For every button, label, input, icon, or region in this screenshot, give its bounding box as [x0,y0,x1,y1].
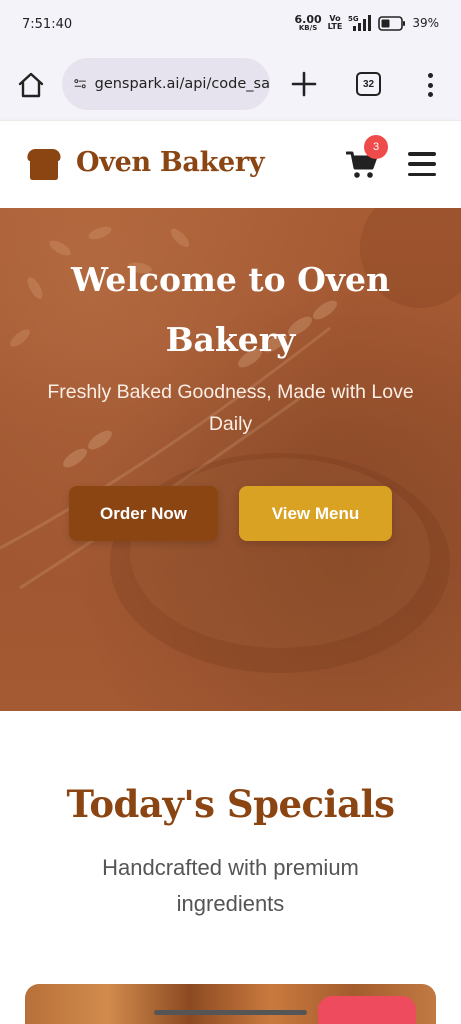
status-bar: 7:51:40 6.00 KB/S Vo LTE 5G 39% [0,0,461,50]
status-icons: 6.00 KB/S Vo LTE 5G 39% [294,14,439,32]
hero-section: Welcome to Oven Bakery Freshly Baked Goo… [0,208,461,711]
tab-switcher-button[interactable]: 32 [356,72,381,96]
cart-count-badge: 3 [364,135,388,159]
network-type: 5G [348,15,359,23]
battery-icon [378,15,406,31]
status-time: 7:51:40 [22,17,73,32]
volte-bottom: LTE [327,22,343,31]
site-header: Oven Bakery 3 [0,120,461,208]
battery-percent: 39% [412,16,439,30]
browser-menu-icon[interactable] [420,70,440,100]
specials-subtitle: Handcrafted with premium ingredients [102,855,359,916]
signal-icon: 5G [348,15,372,31]
order-now-button[interactable]: Order Now [69,486,218,541]
volte-indicator: Vo LTE [328,15,343,31]
browser-toolbar: genspark.ai/api/code_sa 32 [0,50,461,120]
special-card-tag [318,996,416,1024]
home-icon[interactable] [16,70,46,100]
network-speed: 6.00 KB/S [294,14,321,32]
hamburger-menu-icon[interactable] [408,152,436,176]
network-speed-unit: KB/S [298,24,318,32]
address-bar[interactable]: genspark.ai/api/code_sa [62,58,270,110]
site-settings-icon[interactable] [74,74,87,94]
bread-logo-icon [27,149,61,180]
tab-count: 32 [362,78,375,90]
gesture-nav-bar[interactable] [154,1010,307,1015]
new-tab-icon[interactable] [290,70,318,98]
view-menu-button[interactable]: View Menu [239,486,392,541]
specials-title: Today's Specials [66,782,395,826]
hero-title: Welcome to Oven Bakery [70,260,391,359]
brand-name[interactable]: Oven Bakery [76,147,265,178]
url-text: genspark.ai/api/code_sa [94,76,270,92]
hero-subtitle: Freshly Baked Goodness, Made with Love D… [47,381,414,435]
